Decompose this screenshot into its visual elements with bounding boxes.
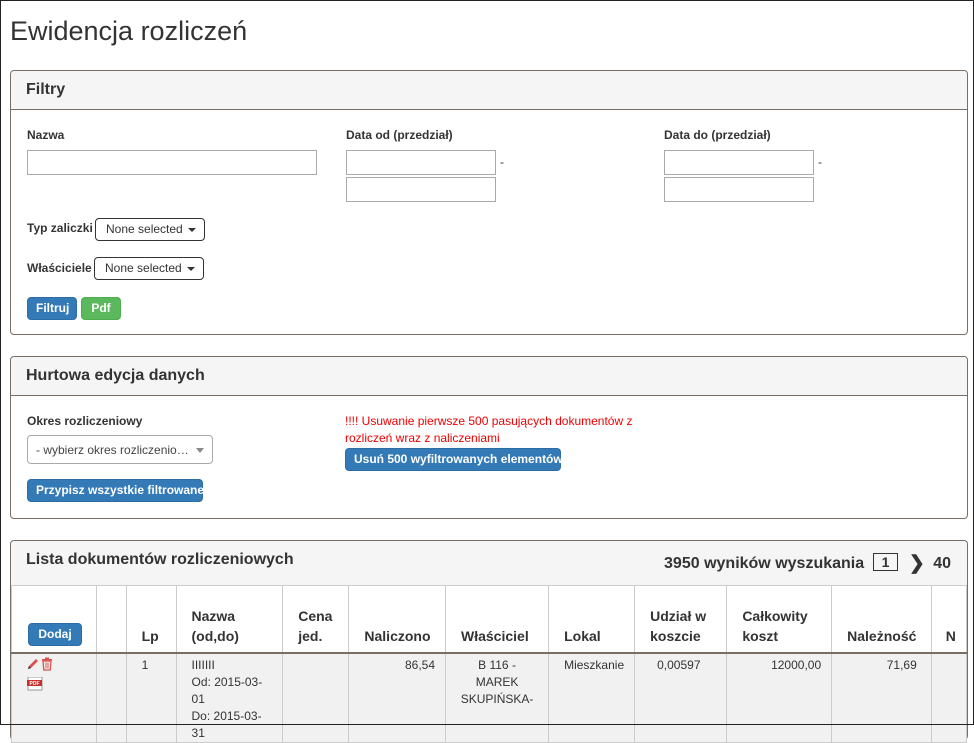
column-extra[interactable]: N (930, 585, 968, 654)
documents-heading: Lista dokumentów rozliczeniowych 3950 wy… (11, 541, 967, 585)
column-unit-price[interactable]: Cena jed. (282, 585, 350, 654)
advance-type-dropdown[interactable]: None selected (95, 218, 205, 241)
row-unit-price (282, 652, 350, 743)
row-lp: 1 (125, 652, 177, 743)
add-button[interactable]: Dodaj (28, 622, 82, 646)
current-page-input[interactable]: 1 (872, 553, 899, 571)
date-to-range-dash: - (818, 155, 822, 169)
table-row[interactable]: PDF 1 IIIIIII Od: 2015-03-01 Do: 2015-03… (11, 652, 968, 743)
row-owner: B 116 - MAREK SKUPIŃSKA- (444, 652, 550, 743)
column-unit[interactable]: Lokal (548, 585, 636, 654)
period-select-value: - wybierz okres rozliczenio… (36, 443, 189, 457)
period-label: Okres rozliczeniowy (27, 414, 143, 428)
row-share: 0,00597 (634, 652, 728, 743)
select-arrow-icon (196, 448, 204, 453)
owners-dropdown[interactable]: None selected (94, 257, 204, 280)
advance-type-label: Typ zaliczki (27, 221, 93, 235)
page-title: Ewidencja rozliczeń (10, 16, 248, 46)
documents-title: Lista dokumentów rozliczeniowych (26, 551, 294, 568)
delete-warning-text: !!!! Usuwanie pierwsze 500 pasujących do… (345, 414, 633, 445)
row-select (95, 652, 127, 743)
date-to-label: Data do (przedział) (664, 128, 771, 142)
documents-table: Dodaj Lp Nazwa (od,do) Cena jed. Naliczo… (11, 585, 968, 743)
row-actions: PDF (11, 652, 97, 743)
date-to-end-input[interactable] (664, 177, 814, 202)
date-from-start-input[interactable] (346, 150, 496, 175)
column-charged[interactable]: Naliczono (348, 585, 446, 654)
caret-down-icon (187, 227, 196, 232)
row-unit: Mieszkanie (548, 652, 636, 743)
trash-icon[interactable] (41, 657, 53, 671)
row-name-value: IIIIIII (191, 657, 215, 672)
column-name[interactable]: Nazwa (od,do) (175, 585, 284, 654)
column-share[interactable]: Udział w koszcie (634, 585, 728, 654)
pagination: 3950 wyników wyszukania 1 ❯ 40 (664, 552, 951, 575)
table-header-row: Dodaj Lp Nazwa (od,do) Cena jed. Naliczo… (11, 585, 968, 654)
row-total-cost: 12000,00 (726, 652, 833, 743)
results-count: 3950 wyników wyszukania (664, 555, 865, 572)
column-total-cost[interactable]: Całkowity koszt (726, 585, 833, 654)
name-label: Nazwa (27, 128, 65, 142)
last-page[interactable]: 40 (933, 555, 951, 572)
assign-all-button[interactable]: Przypisz wszystkie filtrowane (27, 479, 204, 502)
pdf-icon[interactable]: PDF (27, 676, 45, 691)
filters-heading: Filtry (11, 71, 967, 110)
column-select (95, 585, 127, 654)
column-lp[interactable]: Lp (125, 585, 177, 654)
row-extra (930, 652, 968, 743)
edit-icon[interactable] (26, 657, 40, 671)
row-due: 71,69 (831, 652, 932, 743)
advance-type-value: None selected (106, 222, 183, 236)
svg-text:PDF: PDF (30, 681, 40, 687)
caret-down-icon (186, 266, 195, 271)
column-actions: Dodaj (11, 585, 97, 654)
filters-panel: Filtry Nazwa Data od (przedział) - Data … (10, 70, 968, 335)
bulk-edit-panel: Hurtowa edycja danych Okres rozliczeniow… (10, 356, 968, 519)
date-to-start-input[interactable] (664, 150, 814, 175)
column-due[interactable]: Należność (831, 585, 932, 654)
row-action-icons: PDF (26, 657, 86, 697)
date-from-range-dash: - (500, 155, 504, 169)
row-charged: 86,54 (348, 652, 446, 743)
column-owner[interactable]: Właściciel (444, 585, 550, 654)
date-from-end-input[interactable] (346, 177, 496, 202)
name-input[interactable] (27, 150, 317, 175)
chevron-right-icon[interactable]: ❯ (909, 552, 925, 575)
filter-button[interactable]: Filtruj (27, 297, 77, 320)
delete-filtered-button[interactable]: Usuń 500 wyfiltrowanych elementów (345, 448, 563, 471)
row-date-from: Od: 2015-03-01 (191, 674, 263, 706)
row-name: IIIIIII Od: 2015-03-01 Do: 2015-03-31 (175, 652, 284, 743)
owners-value: None selected (105, 261, 182, 275)
date-from-label: Data od (przedział) (346, 128, 453, 142)
pdf-button[interactable]: Pdf (81, 297, 121, 320)
bulk-edit-heading: Hurtowa edycja danych (11, 357, 967, 396)
period-select[interactable]: - wybierz okres rozliczenio… (27, 435, 213, 464)
owners-label: Właściciele (27, 261, 92, 275)
documents-panel: Lista dokumentów rozliczeniowych 3950 wy… (10, 540, 968, 743)
